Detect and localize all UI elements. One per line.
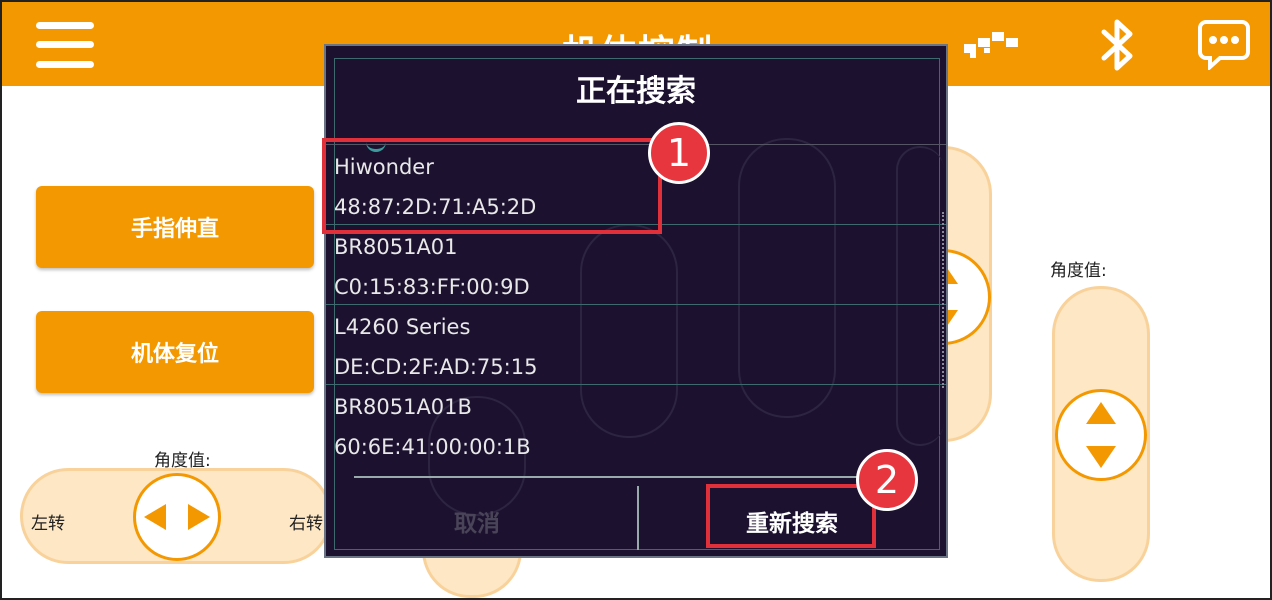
- highlight-box-device: [322, 138, 662, 234]
- rotate-slider-pad[interactable]: 左转 右转: [20, 468, 332, 564]
- highlight-box-rescan: [706, 484, 876, 548]
- chat-bubble-icon[interactable]: [1198, 18, 1250, 74]
- device-row[interactable]: BR8051A01B 60:6E:41:00:00:1B: [326, 384, 946, 464]
- rotate-knob[interactable]: [133, 473, 221, 561]
- vertical-knob[interactable]: [1055, 389, 1147, 481]
- device-mac: 60:6E:41:00:00:1B: [334, 435, 531, 459]
- dialog-divider: [354, 476, 902, 478]
- turn-right-label: 右转: [289, 514, 323, 534]
- arrow-down-icon: [1086, 446, 1116, 468]
- device-name: BR8051A01B: [334, 395, 472, 419]
- device-row[interactable]: BR8051A01 C0:15:83:FF:00:9D: [326, 224, 946, 304]
- device-mac: DE:CD:2F:AD:75:15: [334, 355, 538, 379]
- vertical-slider-pad[interactable]: [1052, 286, 1150, 582]
- angle-label: 角度值:: [1050, 261, 1107, 281]
- arrow-left-icon: [144, 504, 166, 530]
- device-mac: C0:15:83:FF:00:9D: [334, 275, 530, 299]
- scrollbar[interactable]: [942, 212, 945, 388]
- body-reset-button[interactable]: 机体复位: [36, 311, 314, 393]
- arrow-right-icon: [188, 504, 210, 530]
- arrow-up-icon: [1086, 402, 1116, 424]
- callout-badge: 2: [856, 449, 918, 511]
- turn-left-label: 左转: [31, 514, 65, 534]
- callout-badge: 1: [648, 122, 710, 184]
- device-name: L4260 Series: [334, 315, 471, 339]
- device-name: BR8051A01: [334, 235, 458, 259]
- bluetooth-icon[interactable]: [1096, 16, 1138, 78]
- bluetooth-search-dialog: 正在搜索 Hiwonder 48:87:2D:71:A5:2D BR8051A0…: [324, 44, 948, 558]
- dialog-title: 正在搜索: [576, 74, 696, 109]
- action-group-icon[interactable]: [964, 26, 1022, 64]
- finger-straighten-button[interactable]: 手指伸直: [36, 186, 314, 268]
- cancel-button[interactable]: 取消: [454, 504, 500, 538]
- app-screen: 机体控制 手指伸直 机体复位 角度值: 左转 右转: [0, 0, 1272, 600]
- device-row[interactable]: L4260 Series DE:CD:2F:AD:75:15: [326, 304, 946, 384]
- button-divider: [637, 486, 639, 550]
